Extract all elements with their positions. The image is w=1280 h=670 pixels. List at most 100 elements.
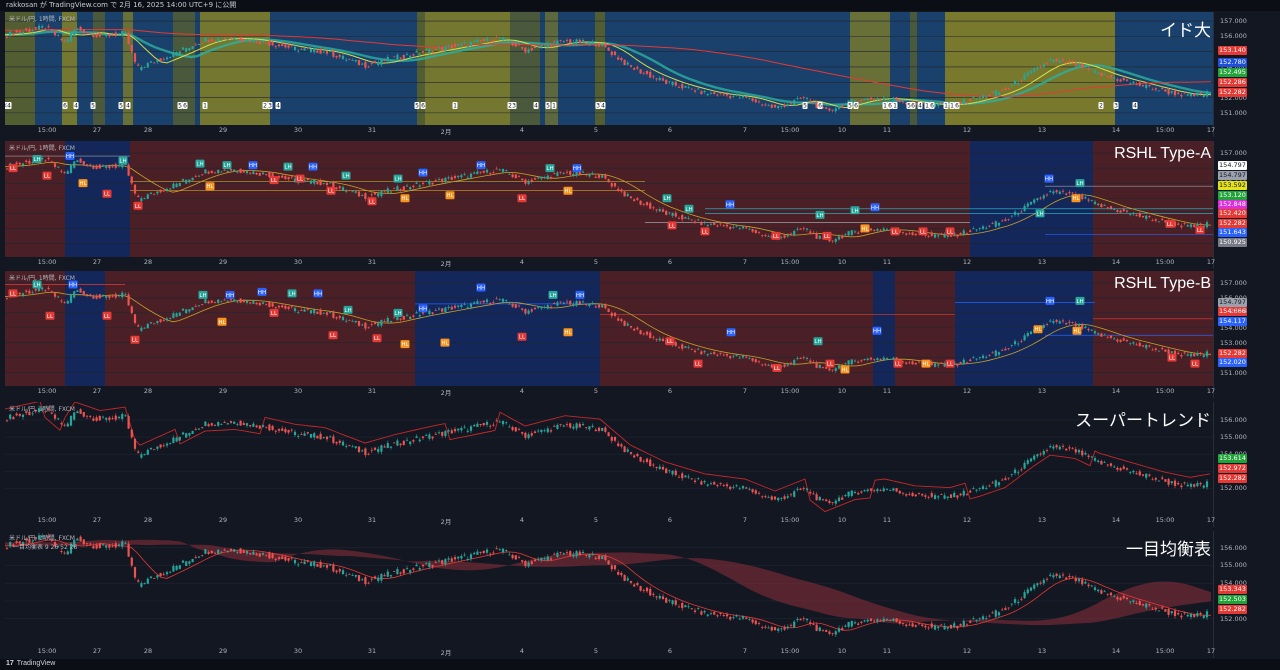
candle-body bbox=[796, 619, 799, 621]
candle-body bbox=[908, 494, 911, 495]
candle-body bbox=[383, 320, 386, 322]
candle-body bbox=[380, 190, 383, 197]
price-tick: 157.000 bbox=[1220, 278, 1247, 287]
candle-body bbox=[133, 567, 137, 578]
price-axis[interactable]: 157.000156.000155.000154.000153.000152.0… bbox=[1213, 271, 1275, 398]
candle-body bbox=[1020, 211, 1023, 213]
candle-body bbox=[389, 446, 393, 448]
candle-body bbox=[316, 50, 319, 53]
candle-body bbox=[137, 64, 140, 66]
candle-body bbox=[1071, 61, 1074, 63]
candle-body bbox=[69, 416, 73, 426]
candle-body bbox=[863, 359, 866, 360]
wave-marker: 1 bbox=[949, 102, 955, 110]
candle-body bbox=[1141, 85, 1145, 87]
chart-canvas[interactable]: LLLHLLHHHLLLLHLLLHHLLH HHLLLHLLHHLLLHLLLH… bbox=[5, 141, 1213, 257]
wave-marker: 4 bbox=[6, 102, 12, 110]
candle-body bbox=[242, 300, 245, 303]
candle-body bbox=[66, 171, 69, 174]
price-axis[interactable]: 157.000156.000155.000154.000153.000152.0… bbox=[1213, 141, 1275, 269]
candle-body bbox=[873, 359, 876, 361]
swing-text: LH bbox=[33, 282, 40, 288]
candle-body bbox=[1001, 609, 1004, 611]
candle-body bbox=[169, 571, 172, 573]
chart-pane-ichimoku[interactable]: 米ドル/円, 1時間, FXCM 一目均衡表 9 26 52 26 一目均衡表 … bbox=[5, 531, 1275, 658]
candle-body bbox=[553, 425, 556, 427]
time-axis[interactable]: 15:00 27 28 29 30 31 2月 4 5 6 7 15:00 10 11 12 13 14 15:0… bbox=[5, 646, 1216, 658]
candle-body bbox=[383, 446, 386, 448]
time-tick: 31 bbox=[367, 126, 377, 134]
candle-body bbox=[1033, 199, 1036, 203]
candle-body bbox=[658, 596, 661, 599]
candle-body bbox=[325, 436, 329, 440]
swing-text: LL bbox=[297, 177, 304, 183]
candle-body bbox=[1132, 470, 1135, 473]
chart-canvas[interactable]: LLLHLLHHLLLLLHHLHH HHLLLH HHLLLHLLLHHLHHHL… bbox=[5, 271, 1213, 386]
candle-body bbox=[431, 51, 434, 53]
time-axis[interactable]: 15:00 27 28 29 30 31 2月 4 5 6 7 15:00 10 11 12 13 14 15:0… bbox=[5, 257, 1216, 269]
candle-body bbox=[418, 315, 421, 317]
time-axis[interactable]: 15:00 27 28 29 30 31 2月 4 5 6 7 15:00 10 11 12 13 14 15:0… bbox=[5, 515, 1216, 527]
candle-body bbox=[1087, 328, 1090, 331]
swing-label: LL bbox=[893, 359, 903, 368]
candle-body bbox=[748, 619, 751, 620]
candle-body bbox=[1033, 455, 1036, 460]
candle-body bbox=[169, 443, 172, 445]
price-axis[interactable]: 156.000155.000154.000153.000152.000153.3… bbox=[1213, 531, 1275, 658]
candle-body bbox=[876, 98, 879, 101]
candle-body bbox=[572, 303, 575, 306]
price-axis[interactable]: 156.000155.000154.000153.000152.000153.6… bbox=[1213, 402, 1275, 527]
candle-body bbox=[1049, 191, 1052, 193]
swing-label: HL bbox=[400, 340, 410, 349]
candle-body bbox=[681, 344, 684, 349]
chart-canvas[interactable]: 4464554561234561234513456561615641611623… bbox=[5, 12, 1213, 125]
candle-body bbox=[533, 307, 537, 310]
candle-body bbox=[405, 54, 409, 55]
candle-body bbox=[98, 32, 101, 37]
chart-canvas[interactable] bbox=[5, 531, 1213, 646]
candle-body bbox=[453, 429, 457, 432]
chart-pane-rshl-b[interactable]: LL LH LL HH LL LL LH HL HH HH LL LH HH LL LH LL LH HL HH HL… bbox=[5, 271, 1275, 398]
candle-body bbox=[239, 37, 242, 42]
candle-body bbox=[1084, 581, 1087, 584]
candle-body bbox=[591, 425, 594, 427]
candle-body bbox=[473, 424, 476, 427]
candle-body bbox=[226, 39, 229, 41]
candle-body bbox=[233, 169, 236, 172]
candle-body bbox=[415, 182, 418, 184]
candle-body bbox=[1106, 207, 1109, 209]
candle-body bbox=[949, 494, 953, 498]
candle-body bbox=[18, 30, 21, 33]
chart-pane-ido[interactable]: 4464554561234561234513456561615641611623… bbox=[5, 12, 1275, 137]
candle-body bbox=[1145, 473, 1148, 478]
candle-body bbox=[1100, 73, 1103, 77]
candle-body bbox=[258, 425, 261, 429]
candle-body bbox=[1093, 587, 1097, 590]
candle-body bbox=[287, 45, 290, 48]
candle-body bbox=[351, 446, 354, 448]
candle-body bbox=[956, 495, 959, 498]
candle-body bbox=[89, 294, 92, 296]
time-tick: 5 bbox=[593, 516, 599, 524]
price-axis[interactable]: 157.000156.000155.000154.000153.000152.0… bbox=[1213, 12, 1275, 137]
chart-pane-rshl-a[interactable]: LL LH LL HH HL LL LH LL LH HL LH HH LL LH LL HH LL LH LL LH… bbox=[5, 141, 1275, 269]
candle-body bbox=[143, 454, 146, 456]
candle-body bbox=[63, 172, 66, 174]
candle-body bbox=[588, 303, 591, 307]
time-axis[interactable]: 15:00 27 28 29 30 31 2月 4 5 6 7 15:00 10 11 12 13 14 15:0… bbox=[5, 125, 1216, 137]
candle-body bbox=[815, 362, 818, 368]
candle-body bbox=[140, 198, 143, 202]
swing-text: LL bbox=[892, 229, 899, 235]
candle-body bbox=[1039, 453, 1042, 455]
chart-canvas[interactable] bbox=[5, 402, 1213, 515]
chart-pane-supertrend[interactable]: 米ドル/円, 1時間, FXCM スーパートレンド 156.000 155.000… bbox=[5, 402, 1275, 527]
time-tick: 12 bbox=[962, 258, 972, 266]
candle-body bbox=[261, 302, 265, 304]
candle-body bbox=[1010, 603, 1013, 605]
candle-body bbox=[348, 58, 351, 60]
tradingview-logo[interactable]: 17 TradingView bbox=[6, 660, 55, 667]
candle-body bbox=[479, 171, 482, 173]
candle-body bbox=[1141, 345, 1145, 347]
candle-body bbox=[994, 610, 997, 617]
time-axis[interactable]: 15:00 27 28 29 30 31 2月 4 5 6 7 15:00 10 11 12 13 14 15:0… bbox=[5, 386, 1216, 398]
